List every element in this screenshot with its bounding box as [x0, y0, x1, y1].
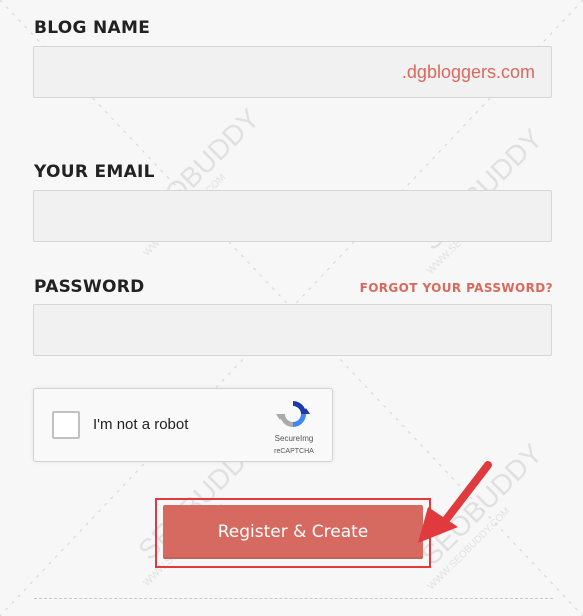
recaptcha-logo-icon [276, 401, 310, 427]
recaptcha-label: I'm not a robot [93, 416, 189, 433]
password-field[interactable] [33, 304, 552, 356]
register-create-button[interactable]: Register & Create [163, 505, 423, 559]
recaptcha-brand: SecureImg [274, 434, 314, 443]
password-label: PASSWORD [34, 277, 145, 297]
section-divider [34, 598, 553, 599]
forgot-password-link[interactable]: FORGOT YOUR PASSWORD? [360, 281, 553, 295]
email-field[interactable] [33, 190, 552, 242]
blog-name-label: BLOG NAME [34, 18, 151, 38]
recaptcha-widget: I'm not a robot SecureImg reCAPTCHA [33, 388, 333, 462]
arrow-icon [418, 461, 492, 543]
email-label: YOUR EMAIL [34, 162, 155, 182]
recaptcha-subtitle: reCAPTCHA [274, 448, 314, 455]
recaptcha-checkbox[interactable] [52, 411, 80, 439]
blog-domain-suffix: .dgbloggers.com [401, 62, 535, 82]
blog-name-field[interactable]: .dgbloggers.com [33, 46, 552, 98]
